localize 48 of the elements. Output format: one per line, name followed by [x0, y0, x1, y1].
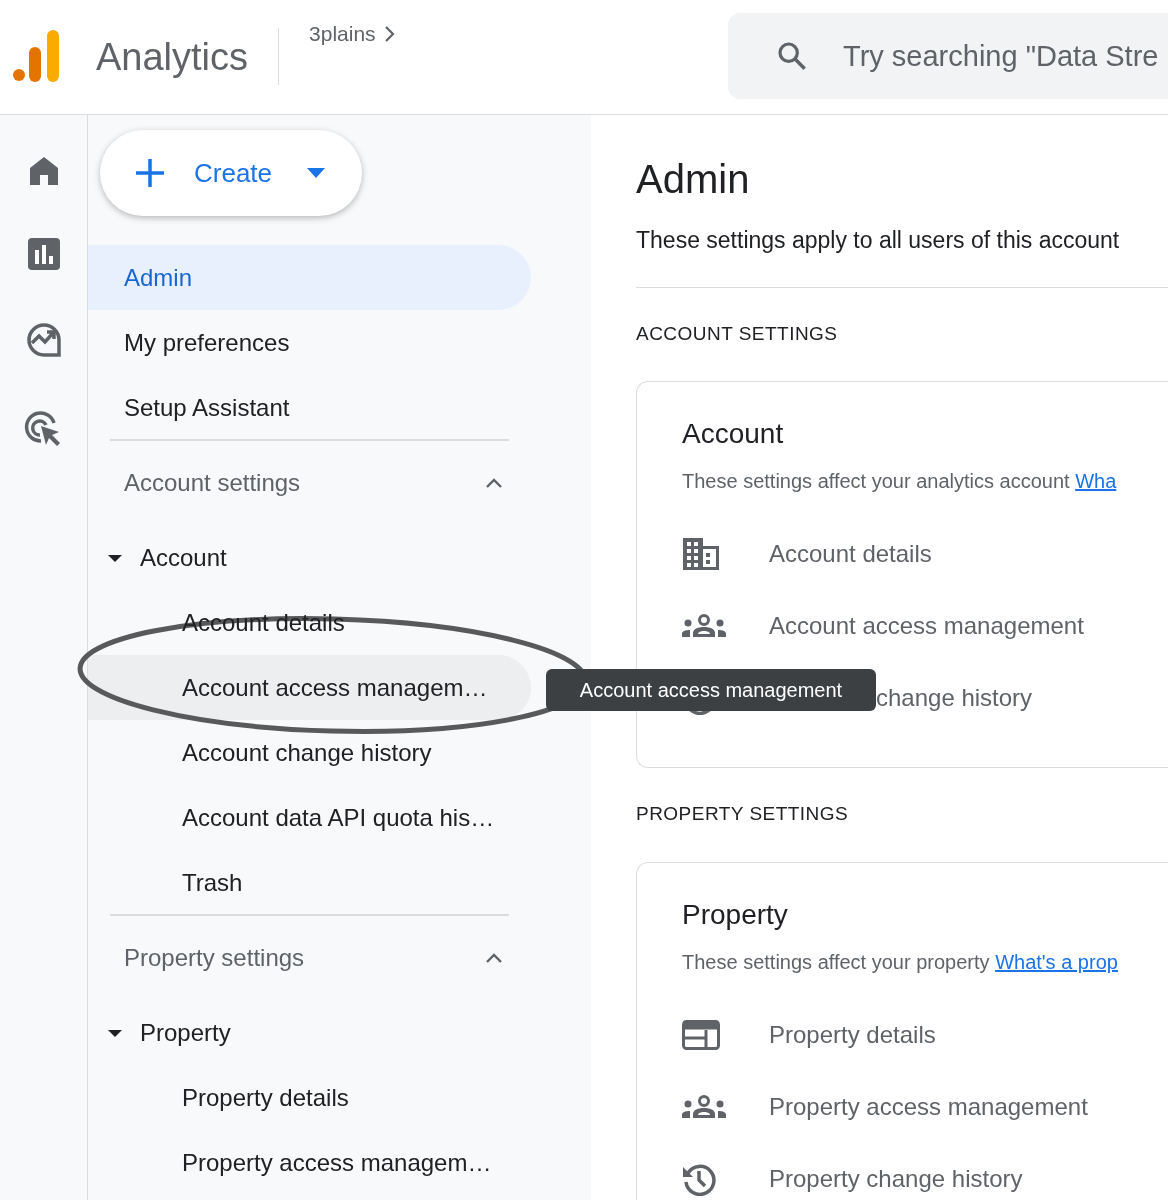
settings-link[interactable]: change history	[876, 680, 1033, 716]
chevron-up-icon[interactable]	[485, 477, 503, 488]
help-link[interactable]: Wha	[1075, 470, 1117, 492]
section-heading: PROPERTY SETTINGS	[636, 802, 850, 826]
settings-link[interactable]: Account access management	[769, 608, 1084, 644]
nav-item[interactable]: Property access managem…	[88, 1130, 531, 1195]
chevron-right-icon	[383, 24, 396, 43]
section-heading: ACCOUNT SETTINGS	[636, 321, 839, 346]
tree-item[interactable]: Property	[140, 1014, 231, 1051]
nav-item[interactable]: Trash	[88, 850, 531, 915]
search-icon	[776, 40, 808, 72]
nav-item[interactable]: My preferences	[88, 310, 531, 375]
page-description: These settings apply to all users of this account	[636, 226, 1121, 255]
card-title: Account	[682, 417, 785, 451]
nav-item[interactable]: Property details	[88, 1065, 531, 1130]
bar-chart-icon[interactable]	[26, 237, 61, 271]
page-title: Admin	[636, 156, 751, 203]
settings-link[interactable]: Property change history	[769, 1160, 1023, 1197]
settings-link[interactable]: Property details	[769, 1016, 936, 1053]
nav-item[interactable]: Account change history	[88, 720, 531, 785]
product-name: Analytics	[96, 35, 249, 79]
search-field[interactable]: Try searching "Data Stre	[728, 13, 1168, 99]
people-icon	[682, 614, 726, 638]
section-header[interactable]: Account settings	[124, 464, 301, 501]
account-breadcrumb[interactable]: 3plains	[309, 18, 396, 50]
home-icon[interactable]	[27, 155, 60, 187]
nav-item[interactable]: Account data API quota his…	[88, 785, 531, 850]
tree-item[interactable]: Account	[140, 539, 227, 576]
nav-item[interactable]: Setup Assistant	[88, 375, 531, 440]
dropdown-caret-icon	[307, 168, 326, 178]
card-title: Property	[682, 897, 789, 932]
nav-item[interactable]: Admin	[88, 245, 531, 310]
nav-item[interactable]: Account access managem…	[88, 655, 531, 720]
layout-icon	[682, 1019, 720, 1050]
settings-link[interactable]: Account details	[769, 536, 932, 572]
tooltip: Account access management	[546, 669, 876, 711]
trend-chart-icon[interactable]	[24, 321, 63, 359]
settings-link[interactable]: Property access management	[769, 1088, 1088, 1125]
plus-icon	[135, 158, 165, 188]
analytics-logo-icon	[13, 30, 61, 82]
building-icon	[682, 537, 720, 571]
help-link[interactable]: What's a prop	[995, 950, 1118, 973]
card-description: These settings affect your property What's a prop	[682, 949, 1119, 975]
card-description: These settings affect your analytics account Wha	[682, 469, 1118, 494]
create-button[interactable]: Create	[100, 130, 362, 216]
chevron-up-icon[interactable]	[485, 952, 503, 963]
people-icon	[682, 1094, 726, 1119]
section-header[interactable]: Property settings	[124, 939, 305, 976]
